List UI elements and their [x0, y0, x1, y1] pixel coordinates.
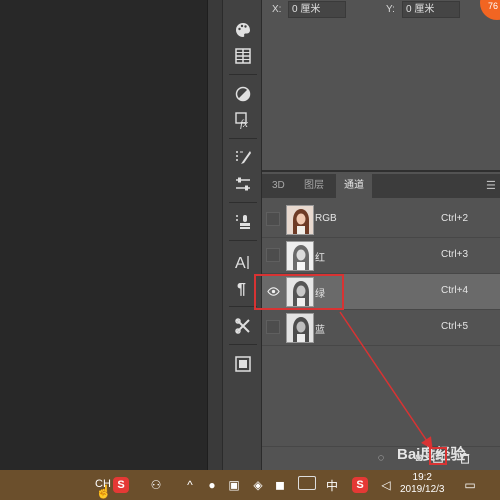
sliders-icon[interactable]	[231, 172, 255, 196]
channels-list: RGB Ctrl+2 红 Ctrl+3 绿 Ctrl+4 蓝 Ctrl+5	[254, 202, 500, 346]
channel-name: RGB	[315, 213, 337, 224]
tools-icon[interactable]	[231, 314, 255, 338]
keyboard-icon[interactable]	[298, 476, 316, 490]
windows-taskbar: CH S ☝ ⚇ ^ ● ▣ ◈ ◼ 中 S ◁ 19:2 2019/12/3 …	[0, 470, 500, 500]
visibility-toggle[interactable]	[266, 248, 280, 262]
photoshop-window: fx A ¶ X: 0 厘米 Y: 0 厘米 76 3D 图层 通道 ☰ RGB…	[0, 0, 500, 500]
svg-text:fx: fx	[240, 118, 248, 129]
people-icon[interactable]: ⚇	[148, 477, 164, 493]
visibility-toggle[interactable]	[266, 212, 280, 226]
app-tray-icon[interactable]: ▣	[226, 477, 242, 493]
tool-divider	[229, 306, 257, 307]
svg-text:¶: ¶	[237, 281, 246, 297]
load-selection-icon[interactable]: ◌	[374, 451, 388, 465]
document-canvas[interactable]	[0, 0, 207, 470]
notes-icon[interactable]	[231, 352, 255, 376]
sogou-ime-icon[interactable]: S	[113, 477, 129, 493]
clone-source-icon[interactable]	[231, 210, 255, 234]
channel-name: 蓝	[315, 325, 325, 336]
qq-icon[interactable]: ●	[204, 477, 220, 493]
chevron-up-icon[interactable]: ^	[182, 477, 198, 493]
styles-icon[interactable]: fx	[231, 108, 255, 132]
right-panels: X: 0 厘米 Y: 0 厘米 76 3D 图层 通道 ☰ RGB Ctrl+2	[254, 0, 500, 470]
clock[interactable]: 19:2 2019/12/3	[400, 472, 445, 496]
ime-mode-indicator[interactable]: 中	[324, 477, 340, 493]
properties-panel: X: 0 厘米 Y: 0 厘米 76	[262, 0, 500, 172]
x-label: X:	[272, 4, 282, 15]
sogou-tray-icon[interactable]: S	[352, 477, 368, 493]
new-channel-icon[interactable]	[431, 451, 445, 465]
channel-shortcut: Ctrl+5	[441, 321, 468, 332]
channel-shortcut: Ctrl+4	[441, 285, 468, 296]
notification-badge[interactable]: 76	[480, 0, 500, 20]
tab-3d[interactable]: 3D	[264, 174, 293, 198]
brush-settings-icon[interactable]	[231, 146, 255, 170]
panel-tabs: 3D 图层 通道 ☰	[262, 174, 500, 198]
tab-channels[interactable]: 通道	[336, 174, 372, 198]
clock-time: 19:2	[412, 472, 432, 483]
channel-row-rgb[interactable]: RGB Ctrl+2	[262, 202, 500, 238]
network-icon[interactable]: ◈	[250, 477, 266, 493]
panel-icon-strip: fx A ¶	[222, 0, 262, 470]
save-selection-icon[interactable]: ◙	[412, 451, 426, 465]
tool-divider	[229, 138, 257, 139]
channel-row-blue[interactable]: 蓝 Ctrl+5	[262, 310, 500, 346]
y-position-field[interactable]: 0 厘米	[402, 1, 460, 18]
adjustments-icon[interactable]	[231, 82, 255, 106]
cursor-icon: ☝	[95, 484, 113, 499]
tool-divider	[229, 202, 257, 203]
grid-icon[interactable]	[231, 44, 255, 68]
tool-divider	[229, 240, 257, 241]
channel-shortcut: Ctrl+2	[441, 213, 468, 224]
volume-icon[interactable]: ◁	[378, 477, 394, 493]
svg-text:A: A	[235, 255, 246, 271]
channel-name: 红	[315, 253, 325, 264]
y-label: Y:	[386, 4, 395, 15]
paragraph-icon[interactable]: ¶	[231, 276, 255, 300]
tab-layers[interactable]: 图层	[296, 174, 332, 198]
notification-center-icon[interactable]: ▭	[462, 477, 478, 493]
trash-icon[interactable]	[458, 451, 472, 465]
visibility-toggle[interactable]	[266, 320, 280, 334]
channel-shortcut: Ctrl+3	[441, 249, 468, 260]
character-icon[interactable]: A	[231, 250, 255, 274]
tool-divider	[229, 344, 257, 345]
channel-thumbnail	[286, 205, 314, 235]
channel-row-green[interactable]: 绿 Ctrl+4	[254, 274, 500, 310]
tool-divider	[229, 74, 257, 75]
x-position-field[interactable]: 0 厘米	[288, 1, 346, 18]
clock-date: 2019/12/3	[400, 484, 445, 495]
palette-icon[interactable]	[231, 18, 255, 42]
channel-row-red[interactable]: 红 Ctrl+3	[262, 238, 500, 274]
annotation-box	[254, 274, 344, 310]
panel-menu-icon[interactable]: ☰	[486, 179, 498, 192]
canvas-scroll-edge	[207, 0, 222, 470]
channels-panel-footer: ◌ Bai度经验 ◙	[262, 446, 500, 470]
media-icon[interactable]: ◼	[272, 477, 288, 493]
channel-thumbnail	[286, 313, 314, 343]
channel-thumbnail	[286, 241, 314, 271]
